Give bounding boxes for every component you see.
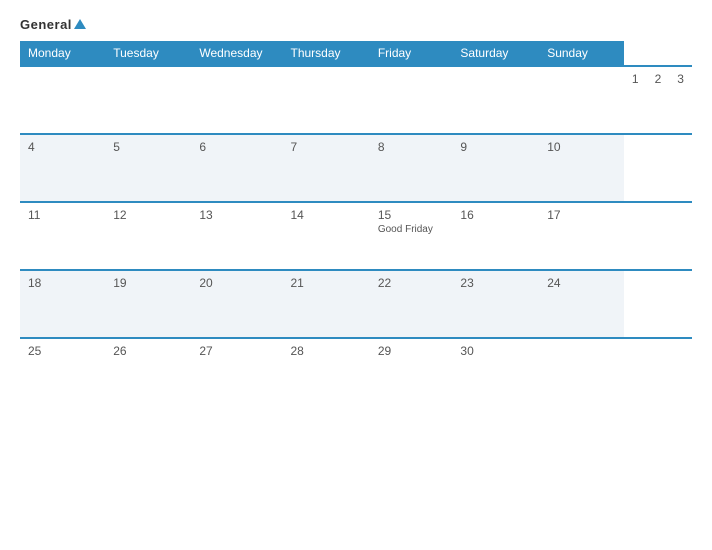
calendar-week-row: 25 26 27 28 29 30	[20, 338, 692, 406]
day-number: 10	[547, 140, 616, 154]
day-number: 14	[290, 208, 361, 222]
calendar-day-cell: 15 Good Friday	[370, 202, 453, 270]
calendar-day-cell: 26	[105, 338, 191, 406]
calendar-day-cell: 3	[669, 66, 692, 134]
calendar-day-cell: 22	[370, 270, 453, 338]
calendar-day-cell: 19	[105, 270, 191, 338]
calendar-day-cell: 1	[624, 66, 647, 134]
calendar-day-cell: 21	[282, 270, 369, 338]
calendar-day-cell: 17	[539, 202, 624, 270]
day-number: 21	[290, 276, 361, 290]
calendar-day-cell	[370, 66, 453, 134]
calendar-day-cell: 25	[20, 338, 105, 406]
empty-day-cell	[105, 66, 191, 134]
empty-day-cell	[282, 66, 369, 134]
weekday-monday: Monday	[20, 41, 105, 66]
calendar-day-cell: 20	[191, 270, 282, 338]
header: General	[20, 18, 692, 31]
calendar-day-cell: 10	[539, 134, 624, 202]
calendar-day-cell: 18	[20, 270, 105, 338]
calendar-day-cell: 4	[20, 134, 105, 202]
weekday-sunday: Sunday	[539, 41, 624, 66]
weekday-friday: Friday	[370, 41, 453, 66]
calendar-table: MondayTuesdayWednesdayThursdayFridaySatu…	[20, 41, 692, 406]
calendar-week-row: 11 12 13 14 15 Good Friday 16 17	[20, 202, 692, 270]
day-number: 11	[28, 208, 97, 222]
day-number: 9	[460, 140, 531, 154]
day-number: 8	[378, 140, 445, 154]
logo: General	[20, 18, 86, 31]
calendar-day-cell	[539, 338, 624, 406]
calendar-day-cell: 2	[647, 66, 670, 134]
calendar-day-cell: 30	[452, 338, 539, 406]
calendar-day-cell: 9	[452, 134, 539, 202]
calendar-day-cell: 14	[282, 202, 369, 270]
day-number: 5	[113, 140, 183, 154]
day-number: 30	[460, 344, 531, 358]
day-number: 25	[28, 344, 97, 358]
day-number: 17	[547, 208, 616, 222]
weekday-wednesday: Wednesday	[191, 41, 282, 66]
day-number: 18	[28, 276, 97, 290]
day-number: 29	[378, 344, 445, 358]
day-number: 13	[199, 208, 274, 222]
day-number: 19	[113, 276, 183, 290]
day-number: 1	[632, 72, 639, 86]
day-number: 2	[655, 72, 662, 86]
calendar-day-cell: 11	[20, 202, 105, 270]
logo-triangle-icon	[74, 19, 86, 29]
calendar-day-cell: 16	[452, 202, 539, 270]
calendar-day-cell: 5	[105, 134, 191, 202]
day-number: 23	[460, 276, 531, 290]
calendar-day-cell	[539, 66, 624, 134]
weekday-saturday: Saturday	[452, 41, 539, 66]
calendar-day-cell: 28	[282, 338, 369, 406]
calendar-week-row: 1 2 3	[20, 66, 692, 134]
empty-day-cell	[20, 66, 105, 134]
page: General MondayTuesdayWednesdayThursdayFr…	[0, 0, 712, 550]
logo-general-text: General	[20, 18, 86, 31]
calendar-week-row: 4 5 6 7 8 9 10	[20, 134, 692, 202]
empty-day-cell	[191, 66, 282, 134]
calendar-day-cell: 6	[191, 134, 282, 202]
day-number: 26	[113, 344, 183, 358]
day-number: 16	[460, 208, 531, 222]
day-number: 28	[290, 344, 361, 358]
weekday-header-row: MondayTuesdayWednesdayThursdayFridaySatu…	[20, 41, 692, 66]
day-number: 7	[290, 140, 361, 154]
day-number: 12	[113, 208, 183, 222]
calendar-day-cell: 12	[105, 202, 191, 270]
weekday-tuesday: Tuesday	[105, 41, 191, 66]
calendar-day-cell: 29	[370, 338, 453, 406]
calendar-day-cell: 24	[539, 270, 624, 338]
day-number: 6	[199, 140, 274, 154]
day-number: 15	[378, 208, 445, 222]
day-number: 4	[28, 140, 97, 154]
calendar-day-cell	[452, 66, 539, 134]
calendar-day-cell: 13	[191, 202, 282, 270]
calendar-day-cell: 7	[282, 134, 369, 202]
calendar-day-cell: 23	[452, 270, 539, 338]
day-number: 20	[199, 276, 274, 290]
calendar-week-row: 18 19 20 21 22 23 24	[20, 270, 692, 338]
calendar-day-cell: 27	[191, 338, 282, 406]
day-number: 3	[677, 72, 684, 86]
day-number: 24	[547, 276, 616, 290]
day-number: 22	[378, 276, 445, 290]
weekday-thursday: Thursday	[282, 41, 369, 66]
calendar-day-cell: 8	[370, 134, 453, 202]
day-number: 27	[199, 344, 274, 358]
day-event: Good Friday	[378, 224, 445, 235]
